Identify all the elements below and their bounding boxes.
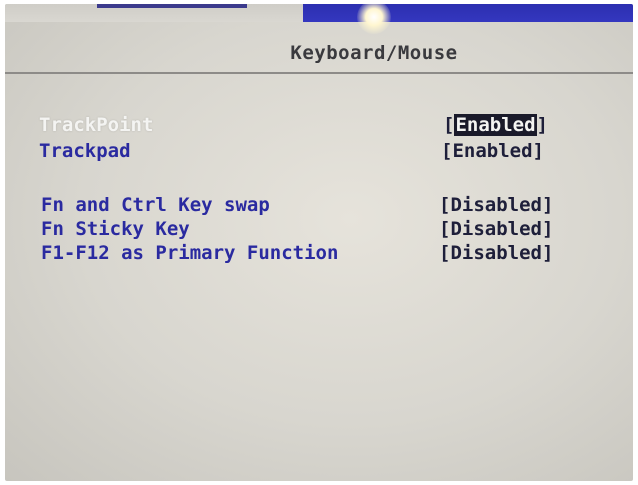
setting-row-trackpoint[interactable]: TrackPoint [Enabled] <box>5 114 633 138</box>
setting-value[interactable]: [Enabled] <box>441 140 544 162</box>
setting-value[interactable]: [Disabled] <box>439 218 553 240</box>
setting-label: Fn and Ctrl Key swap <box>41 194 270 216</box>
setting-value[interactable]: [Disabled] <box>439 242 553 264</box>
setting-value[interactable]: [Disabled] <box>439 194 553 216</box>
setting-label: Trackpad <box>39 140 131 162</box>
setting-row-fn-ctrl-swap[interactable]: Fn and Ctrl Key swap [Disabled] <box>5 194 633 218</box>
menu-tab-strip <box>97 4 247 8</box>
setting-row-fn-sticky-key[interactable]: Fn Sticky Key [Disabled] <box>5 218 633 242</box>
setting-row-f1-f12-primary[interactable]: F1-F12 as Primary Function [Disabled] <box>5 242 633 266</box>
setting-label: TrackPoint <box>39 114 154 136</box>
bios-screen: Keyboard/Mouse TrackPoint [Enabled] Trac… <box>5 4 633 481</box>
screen-glare <box>357 4 391 34</box>
setting-row-trackpad[interactable]: Trackpad [Enabled] <box>5 140 633 164</box>
active-menu-tab[interactable] <box>303 4 633 22</box>
page-title: Keyboard/Mouse <box>290 42 458 64</box>
title-divider <box>5 72 633 74</box>
setting-label: Fn Sticky Key <box>41 218 190 240</box>
setting-label: F1-F12 as Primary Function <box>41 242 339 264</box>
setting-value[interactable]: [Enabled] <box>443 114 548 136</box>
